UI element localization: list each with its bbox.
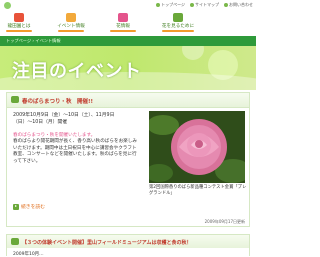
nav-item-label: 花情報 — [116, 24, 130, 29]
nav-underline — [110, 30, 136, 32]
event-article: 【３つの体験イベント開催】里山フィールドミュージアムは収穫と食の秋！ 2009年… — [6, 234, 250, 257]
map-icon — [173, 13, 183, 22]
mail-icon — [224, 3, 228, 7]
tree-icon — [14, 13, 24, 22]
sitemap-icon — [190, 3, 194, 7]
photo-caption: 第2回国際香りのばら新品種コンテスト金賞「プレグランドル」 — [149, 185, 247, 196]
rose-photo — [149, 111, 245, 183]
rose-illustration — [149, 111, 245, 183]
read-more-link[interactable]: 続きを読む — [13, 203, 45, 210]
nav-item-about[interactable]: 龍田園とは — [2, 12, 36, 33]
nav-item-flowers[interactable]: 花情報 — [106, 12, 140, 33]
nav-underline — [58, 30, 84, 32]
photo-block: 第2回国際香りのばら新品種コンテスト金賞「プレグランドル」 — [149, 111, 247, 215]
top-link-home[interactable]: トップページ — [156, 2, 185, 8]
flower-icon — [118, 13, 128, 22]
top-link-sitemap[interactable]: サイトマップ — [190, 2, 219, 8]
article-body: 春のばらまつり・秋を開催いたします。 春のばらより開花期間が長く、香り高い秋のば… — [13, 133, 141, 165]
main-nav: 龍田園とは イベント情報 花情報 花を見るために — [0, 12, 256, 33]
top-link-contact[interactable]: お問い合わせ — [224, 2, 253, 8]
nav-item-label: イベント情報 — [57, 24, 85, 29]
logo-icon[interactable] — [4, 2, 11, 9]
home-icon — [156, 3, 161, 7]
article-title: 【３つの体験イベント開催】里山フィールドミュージアムは収穫と食の秋！ — [22, 239, 192, 246]
decorative-circle — [182, 46, 204, 60]
read-more-label: 続きを読む — [21, 205, 45, 210]
article-text: 2009年10月… — [13, 252, 44, 257]
nav-underline — [162, 30, 194, 32]
breadcrumb[interactable]: トップページ › イベント情報 — [6, 38, 61, 44]
event-dates: 2009年10月9日（金）〜10日（土）、11月9日 （日）〜10日（月）開催 — [13, 113, 141, 126]
article-title: 春のばらまつり・秋 開催!! — [22, 98, 94, 105]
speech-bubble-icon — [11, 96, 19, 103]
nav-item-events[interactable]: イベント情報 — [54, 12, 88, 33]
date-line: （日）〜10日（月）開催 — [13, 119, 68, 125]
event-icon — [66, 13, 76, 22]
updated-date: 2009年09月17日更新 — [204, 219, 245, 224]
nav-underline — [6, 30, 32, 32]
nav-item-label: 龍田園とは — [7, 24, 31, 29]
top-bar: トップページ サイトマップ お問い合わせ — [0, 0, 256, 12]
arrow-right-icon — [13, 203, 19, 210]
article-header: 【３つの体験イベント開催】里山フィールドミュージアムは収穫と食の秋！ — [7, 235, 249, 248]
speech-bubble-icon — [11, 238, 19, 245]
event-article: 春のばらまつり・秋 開催!! 2009年10月9日（金）〜10日（土）、11月9… — [6, 92, 250, 227]
nav-item-label: 花を見るために — [161, 24, 195, 29]
utility-links: トップページ サイトマップ お問い合わせ — [156, 2, 253, 8]
nav-item-access[interactable]: 花を見るために — [158, 12, 198, 33]
article-header: 春のばらまつり・秋 開催!! — [7, 93, 249, 108]
page-title: 注目のイベント — [12, 61, 142, 82]
article-text: 春のばらより開花期間が長く、香り高い秋のばらをお楽しみいただけます。期間中は土日… — [13, 139, 137, 164]
